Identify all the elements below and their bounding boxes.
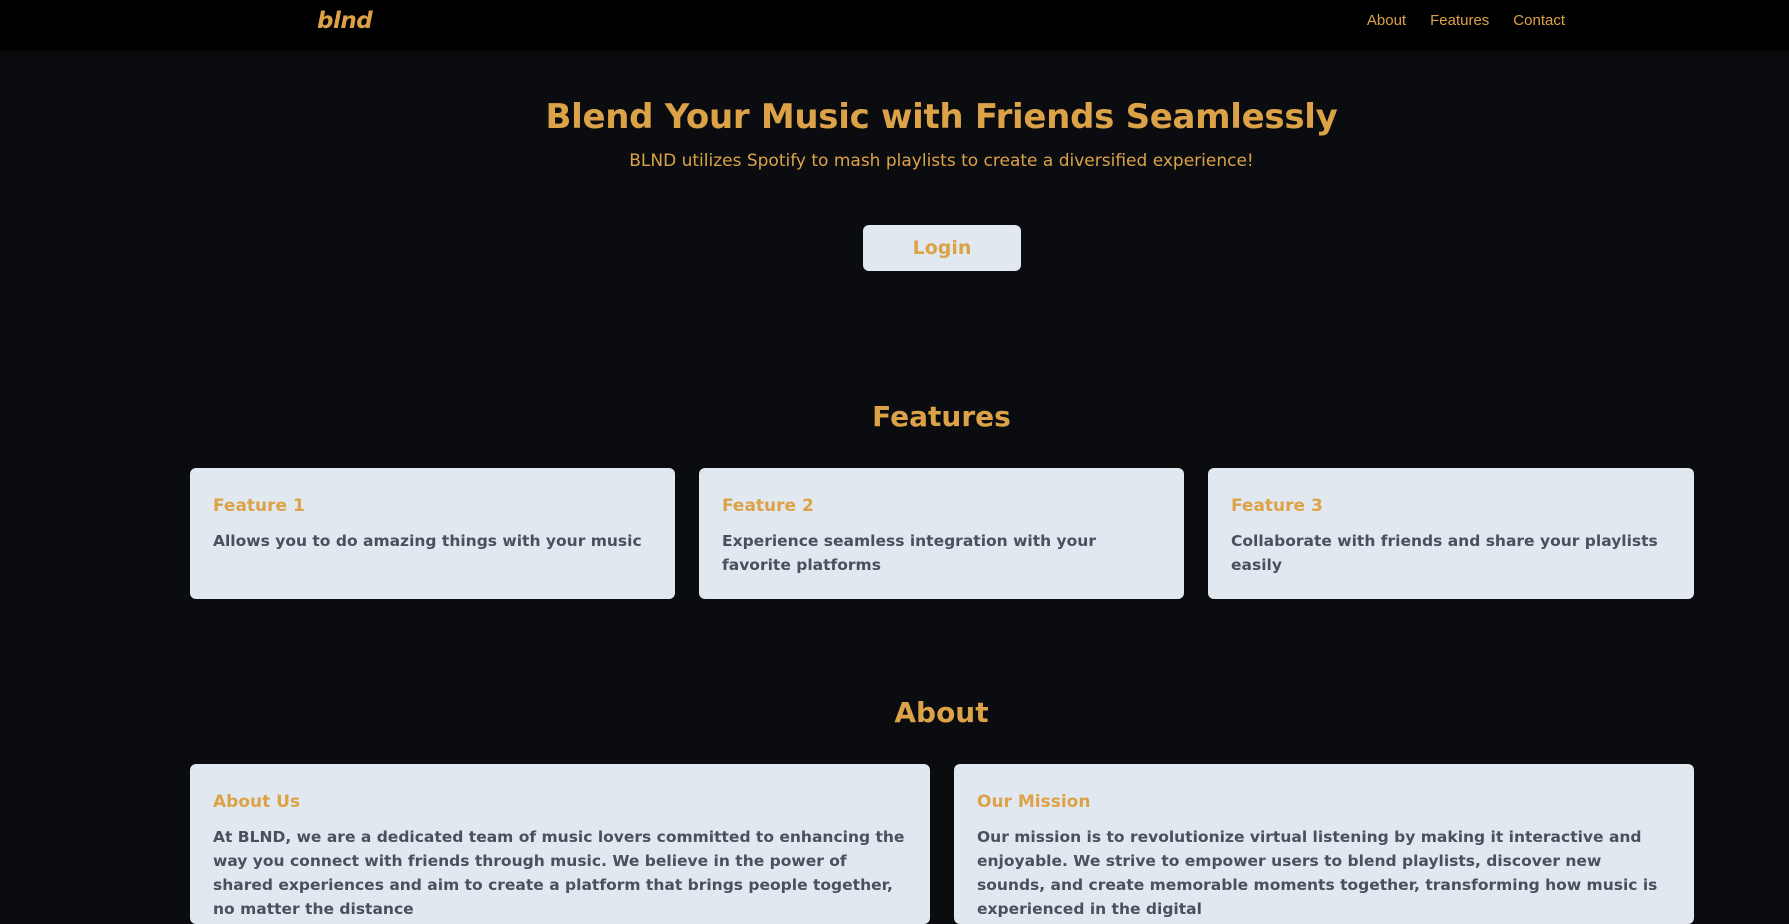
about-card-about-us: About Us At BLND, we are a dedicated tea… (190, 764, 930, 924)
features-heading: Features (872, 400, 1011, 433)
navbar: blnd About Features Contact (0, 0, 1789, 50)
about-card-title: About Us (213, 792, 301, 812)
feature-card-text: Collaborate with friends and share your … (1231, 532, 1658, 574)
login-button[interactable]: Login (863, 225, 1021, 271)
about-card-our-mission: Our Mission Our mission is to revolution… (954, 764, 1694, 924)
nav-link-about[interactable]: About (1367, 12, 1406, 29)
feature-card-3: Feature 3 Collaborate with friends and s… (1208, 468, 1694, 599)
about-card-title: Our Mission (977, 792, 1091, 812)
feature-card-2: Feature 2 Experience seamless integratio… (699, 468, 1184, 599)
about-heading: About (894, 696, 989, 729)
logo[interactable]: blnd (317, 8, 373, 34)
feature-card-title: Feature 3 (1231, 496, 1323, 516)
nav-link-features[interactable]: Features (1430, 12, 1489, 29)
hero-subtitle: BLND utilizes Spotify to mash playlists … (629, 151, 1254, 171)
feature-card-title: Feature 2 (722, 496, 814, 516)
hero-section: Blend Your Music with Friends Seamlessly… (0, 97, 1789, 171)
hero-title: Blend Your Music with Friends Seamlessly (545, 97, 1338, 137)
feature-card-text: Experience seamless integration with you… (722, 532, 1096, 574)
feature-card-title: Feature 1 (213, 496, 305, 516)
nav-link-contact[interactable]: Contact (1513, 12, 1565, 29)
nav-links: About Features Contact (1367, 12, 1565, 29)
feature-card-1: Feature 1 Allows you to do amazing thing… (190, 468, 675, 599)
about-card-text: At BLND, we are a dedicated team of musi… (213, 828, 905, 918)
about-card-text: Our mission is to revolutionize virtual … (977, 828, 1658, 918)
feature-card-text: Allows you to do amazing things with you… (213, 532, 642, 550)
